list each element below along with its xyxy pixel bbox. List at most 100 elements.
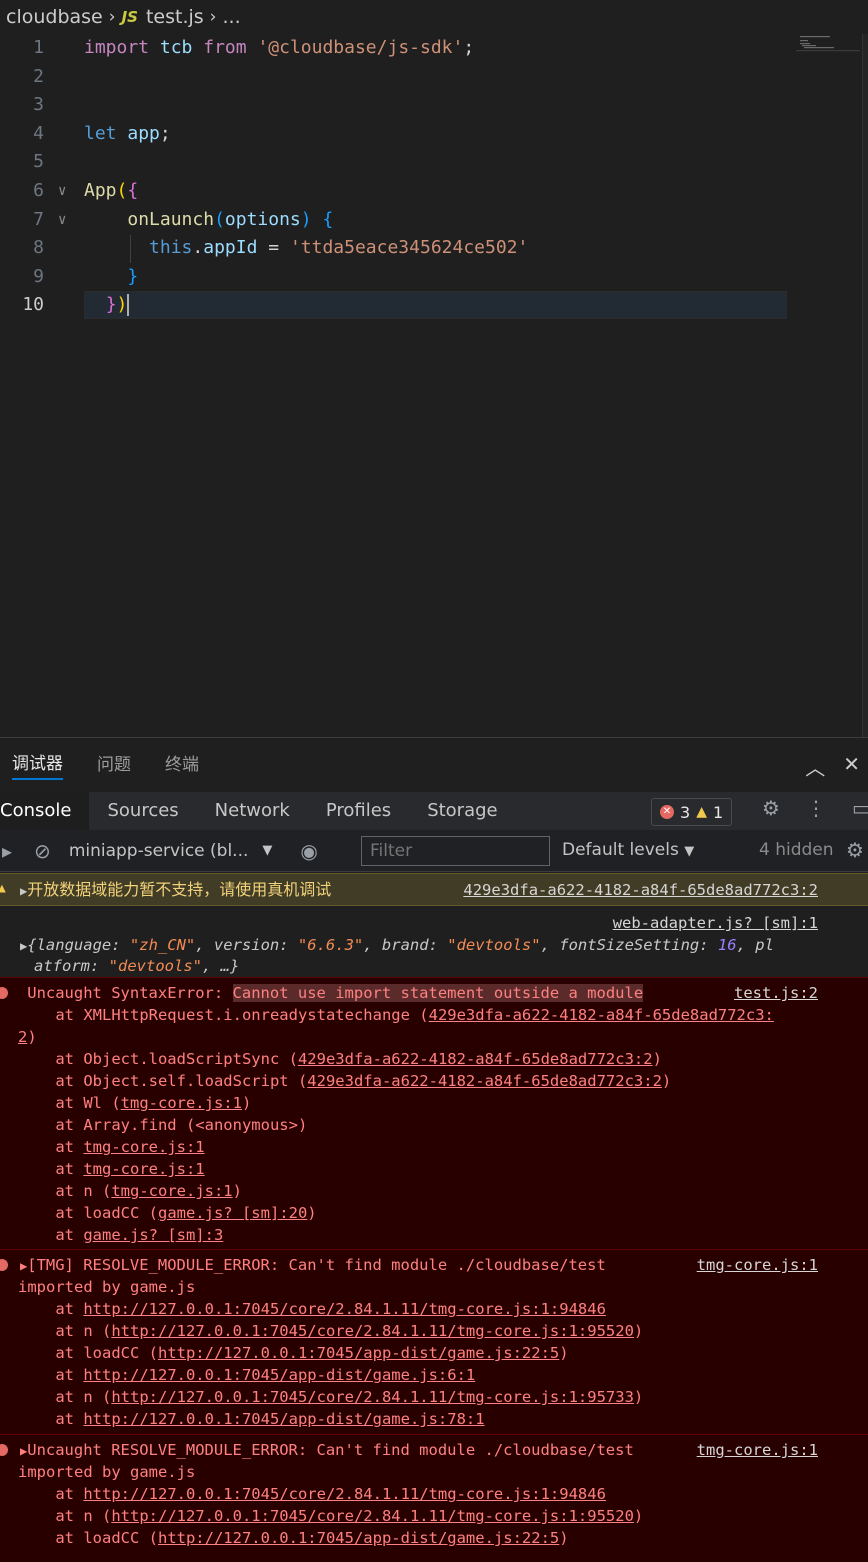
tab-debugger[interactable]: 调试器: [12, 749, 63, 780]
settings-gear-icon[interactable]: ⚙: [846, 838, 864, 862]
close-icon[interactable]: ✕: [843, 752, 860, 781]
stack-frame: at http://127.0.0.1:7045/app-dist/game.j…: [18, 1410, 485, 1428]
error-headline: ▶[TMG] RESOLVE_MODULE_ERROR: Can't find …: [20, 1256, 606, 1274]
hidden-count: 4 hidden: [759, 840, 834, 860]
console-error-message[interactable]: ▶[TMG] RESOLVE_MODULE_ERROR: Can't find …: [0, 1249, 868, 1434]
editor-scrollbar[interactable]: [862, 34, 868, 737]
code-token: this: [149, 237, 193, 258]
stack-frame: at loadCC (http://127.0.0.1:7045/app-dis…: [18, 1529, 569, 1547]
filter-input[interactable]: [361, 836, 550, 866]
stack-frame: at Object.loadScriptSync (429e3dfa-a622-…: [18, 1050, 662, 1068]
error-icon: [0, 1259, 8, 1271]
chevron-down-icon[interactable]: ∨: [58, 206, 66, 234]
log-levels-select[interactable]: Default levels ▼: [562, 840, 694, 860]
code-editor[interactable]: 1 import tcb from '@cloudbase/js-sdk'; 2…: [0, 34, 868, 737]
warning-count: 1: [712, 802, 724, 822]
tab-profiles[interactable]: Profiles: [308, 792, 409, 830]
breadcrumb-file[interactable]: test.js: [146, 6, 204, 28]
stack-frame: at tmg-core.js:1: [18, 1138, 205, 1156]
code-line: 5: [0, 148, 868, 176]
line-number: 3: [33, 94, 44, 115]
source-link[interactable]: 429e3dfa-a622-4182-a84f-65de8ad772c3:2: [463, 879, 818, 901]
error-icon: ✕: [660, 805, 674, 819]
log-levels-label: Default levels: [562, 840, 679, 860]
text-cursor: [127, 294, 130, 316]
source-link[interactable]: tmg-core.js:1: [697, 1254, 818, 1276]
breadcrumb-folder[interactable]: cloudbase: [0, 6, 103, 28]
chevron-right-icon: ›: [108, 7, 116, 27]
js-file-icon: JS: [121, 8, 138, 26]
tab-problems[interactable]: 问题: [97, 750, 131, 779]
console-error-message[interactable]: Uncaught SyntaxError: Cannot use import …: [0, 977, 868, 1249]
tab-network[interactable]: Network: [197, 792, 308, 830]
stack-frame: at Object.self.loadScript (429e3dfa-a622…: [18, 1072, 672, 1090]
tab-console[interactable]: Console: [0, 792, 90, 830]
stack-frame: at n (http://127.0.0.1:7045/core/2.84.1.…: [18, 1388, 644, 1406]
code-token: App: [84, 180, 117, 201]
clear-console-icon[interactable]: ⊘: [34, 839, 51, 863]
console-log-message[interactable]: web-adapter.js? [sm]:1 ▶{language: "zh_C…: [0, 906, 868, 977]
settings-gear-icon[interactable]: ⚙: [762, 796, 780, 820]
chevron-down-icon[interactable]: ∨: [58, 177, 66, 205]
code-token: }: [105, 294, 117, 315]
source-link[interactable]: test.js:2: [734, 982, 818, 1004]
console-object-line: ▶{language: "zh_CN", version: "6.6.3", b…: [20, 936, 774, 954]
stack-frame: at loadCC (game.js? [sm]:20): [18, 1204, 317, 1222]
line-number: 4: [33, 123, 44, 144]
code-token: }: [127, 266, 139, 287]
line-number: 9: [33, 266, 44, 287]
breadcrumb-more[interactable]: ...: [222, 6, 240, 28]
console-warning-message[interactable]: ▲ ▶开放数据域能力暂不支持，请使用真机调试 429e3dfa-a622-418…: [0, 873, 868, 906]
code-token: from: [203, 37, 247, 58]
dock-icon[interactable]: ▭: [852, 796, 868, 820]
context-select[interactable]: miniapp-service (bl...: [69, 841, 249, 861]
code-token: (: [116, 180, 128, 201]
code-token: ;: [463, 37, 475, 58]
stack-frame: 2): [18, 1028, 37, 1046]
chevron-down-icon[interactable]: ▼: [262, 843, 272, 858]
console-error-message[interactable]: ▶Uncaught RESOLVE_MODULE_ERROR: Can't fi…: [0, 1434, 868, 1562]
breadcrumb: cloudbase › JS test.js › ...: [0, 0, 868, 34]
code-token: {: [127, 180, 139, 201]
error-icon: [0, 1444, 8, 1456]
warning-text: 开放数据域能力暂不支持，请使用真机调试: [27, 880, 332, 899]
code-line: 9 }: [0, 263, 868, 291]
stack-frame: at n (tmg-core.js:1): [18, 1182, 242, 1200]
devtools-tab-bar: Console Sources Network Profiles Storage…: [0, 792, 868, 830]
stack-frame: at game.js? [sm]:3: [18, 1226, 224, 1244]
code-token: ): [116, 294, 128, 315]
code-token: let: [84, 123, 117, 144]
source-link[interactable]: tmg-core.js:1: [697, 1439, 818, 1461]
line-number: 7: [33, 209, 44, 230]
issues-counter[interactable]: ✕ 3 ▲ 1: [651, 798, 733, 826]
panel-actions: ︿ ✕: [805, 752, 860, 781]
line-number: 1: [33, 37, 44, 58]
source-link[interactable]: web-adapter.js? [sm]:1: [613, 912, 818, 934]
line-number: 5: [33, 151, 44, 172]
code-token: 'ttda5eace345624ce502': [289, 237, 529, 258]
stack-frame: at XMLHttpRequest.i.onreadystatechange (…: [18, 1006, 774, 1024]
code-token: (: [214, 209, 225, 230]
tab-sources[interactable]: Sources: [89, 792, 196, 830]
console-output[interactable]: ▲ ▶开放数据域能力暂不支持，请使用真机调试 429e3dfa-a622-418…: [0, 873, 868, 1562]
stack-frame: at http://127.0.0.1:7045/core/2.84.1.11/…: [18, 1485, 606, 1503]
line-number: 6: [33, 180, 44, 201]
stack-frame: at n (http://127.0.0.1:7045/core/2.84.1.…: [18, 1507, 644, 1525]
stack-frame: at tmg-core.js:1: [18, 1160, 205, 1178]
more-vertical-icon[interactable]: ⋮: [806, 796, 826, 820]
code-token: import: [84, 37, 150, 58]
console-toolbar: ▸ ⊘ miniapp-service (bl... ▼ ◉ Default l…: [0, 830, 868, 872]
stack-frame: at Array.find (<anonymous>): [18, 1116, 308, 1134]
sidebar-toggle-icon[interactable]: ▸: [2, 839, 12, 863]
code-token: '@cloudbase/js-sdk': [257, 37, 464, 58]
tab-storage[interactable]: Storage: [409, 792, 515, 830]
chevron-up-icon[interactable]: ︿: [805, 752, 825, 781]
console-object-line: atform: "devtools", …}: [34, 957, 240, 975]
code-token: =: [257, 237, 290, 258]
error-headline: Uncaught SyntaxError: Cannot use import …: [20, 982, 644, 1005]
code-token: {: [322, 209, 334, 230]
code-token: appId: [203, 237, 258, 258]
eye-icon[interactable]: ◉: [300, 839, 317, 863]
code-token: options: [224, 209, 301, 230]
tab-terminal[interactable]: 终端: [165, 750, 199, 779]
